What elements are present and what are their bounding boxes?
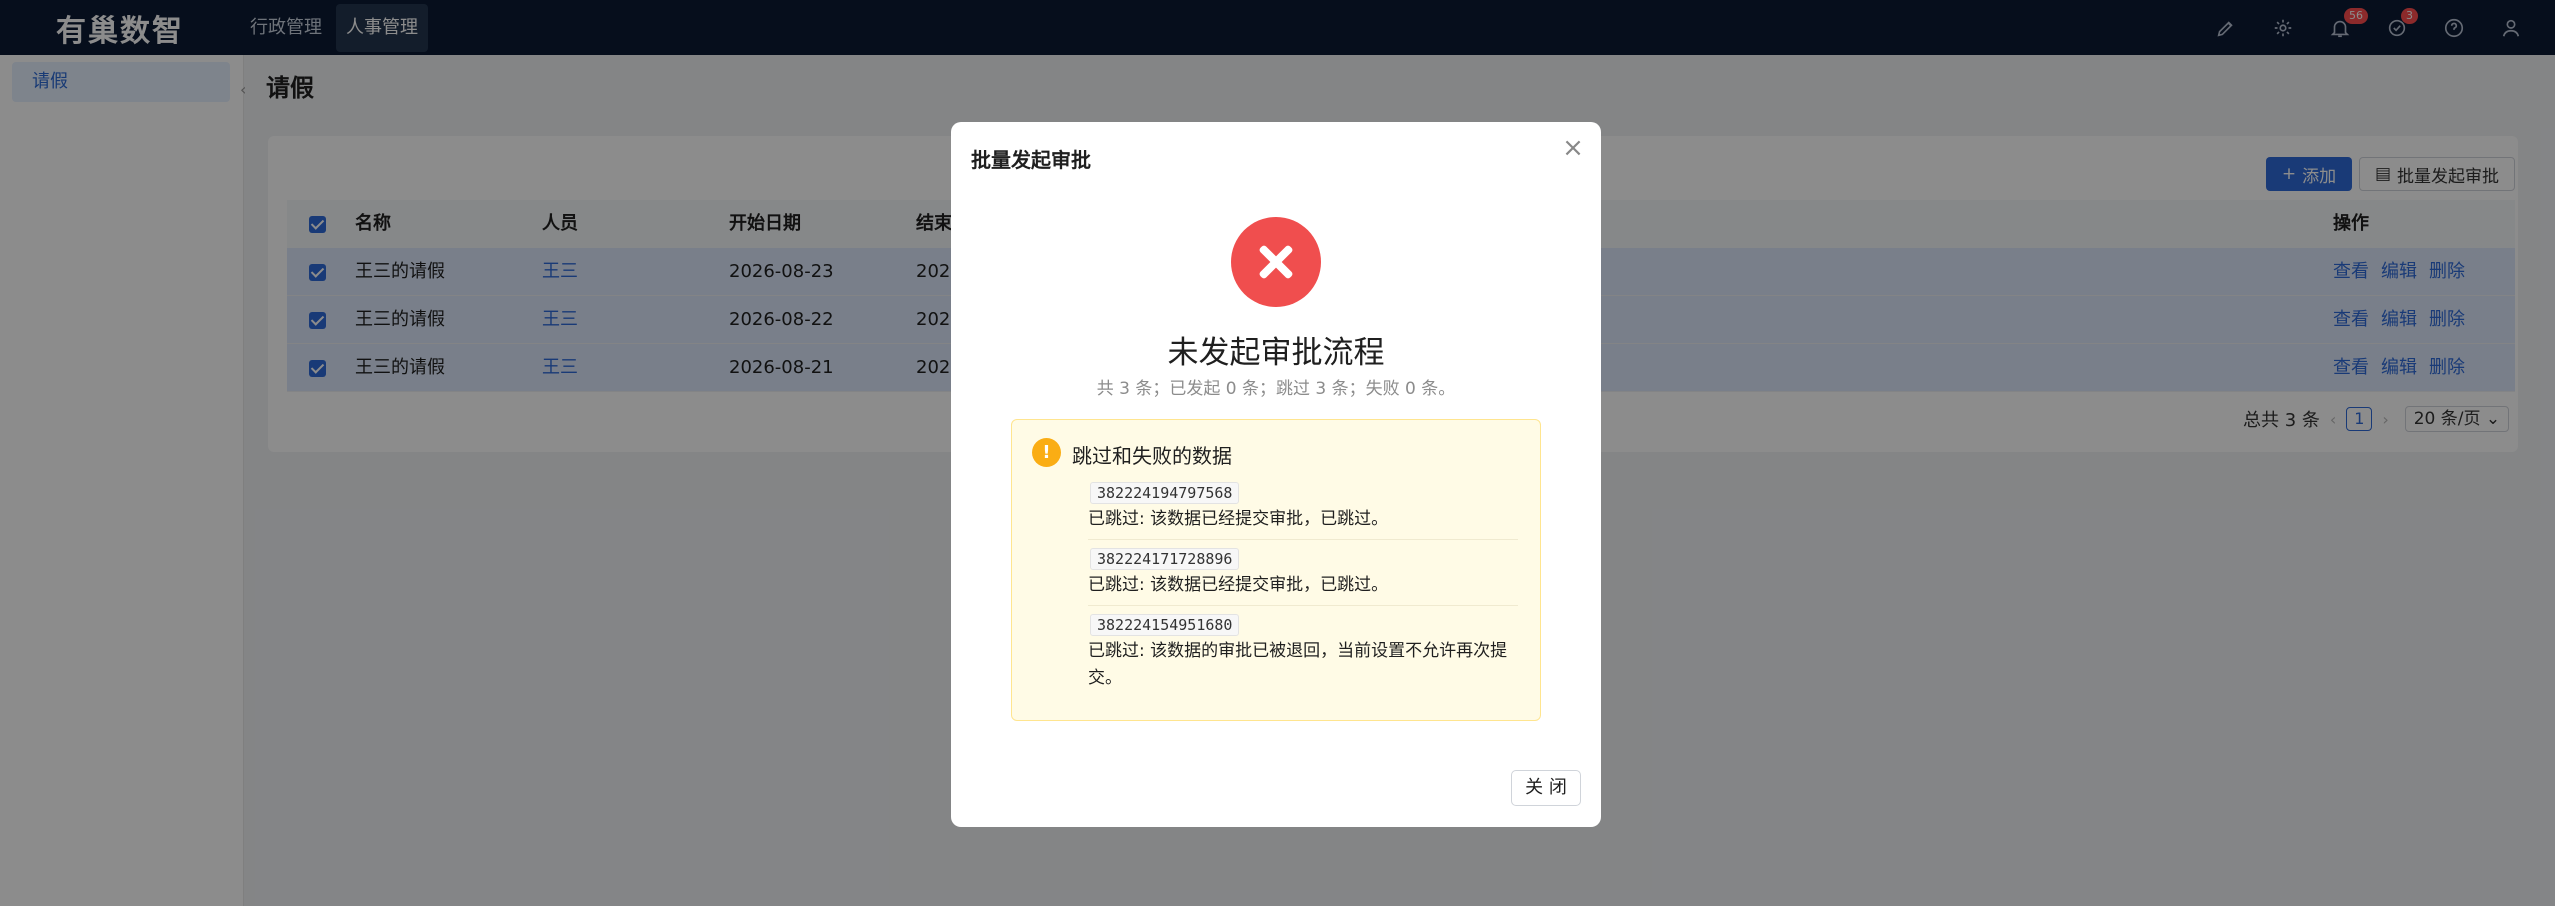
close-icon[interactable]: × [1559, 134, 1587, 162]
batch-approval-dialog: 批量发起审批 × 未发起审批流程 共 3 条；已发起 0 条；跳过 3 条；失败… [951, 122, 1601, 827]
dialog-title: 批量发起审批 [971, 148, 1091, 172]
warning-icon: ! [1032, 438, 1061, 467]
skipped-failed-panel: ! 跳过和失败的数据 382224194797568 已跳过: 该数据已经提交审… [1011, 419, 1541, 721]
item-id: 382224154951680 [1090, 614, 1240, 636]
item-id: 382224194797568 [1090, 482, 1240, 504]
result-summary: 共 3 条；已发起 0 条；跳过 3 条；失败 0 条。 [1096, 379, 1456, 399]
item-message: 已跳过: 该数据的审批已被退回，当前设置不允许再次提交。 [1088, 641, 1508, 688]
close-button[interactable]: 关 闭 [1511, 770, 1581, 806]
result-title: 未发起审批流程 [1167, 335, 1385, 371]
list-item: 382224154951680 已跳过: 该数据的审批已被退回，当前设置不允许再… [1088, 614, 1518, 698]
error-icon [1231, 217, 1321, 307]
item-message: 已跳过: 该数据已经提交审批，已跳过。 [1088, 575, 1389, 595]
item-id: 382224171728896 [1090, 548, 1240, 570]
list-item: 382224171728896 已跳过: 该数据已经提交审批，已跳过。 [1088, 548, 1518, 606]
detail-title: 跳过和失败的数据 [1072, 444, 1232, 468]
item-message: 已跳过: 该数据已经提交审批，已跳过。 [1088, 509, 1389, 529]
list-item: 382224194797568 已跳过: 该数据已经提交审批，已跳过。 [1088, 482, 1518, 540]
